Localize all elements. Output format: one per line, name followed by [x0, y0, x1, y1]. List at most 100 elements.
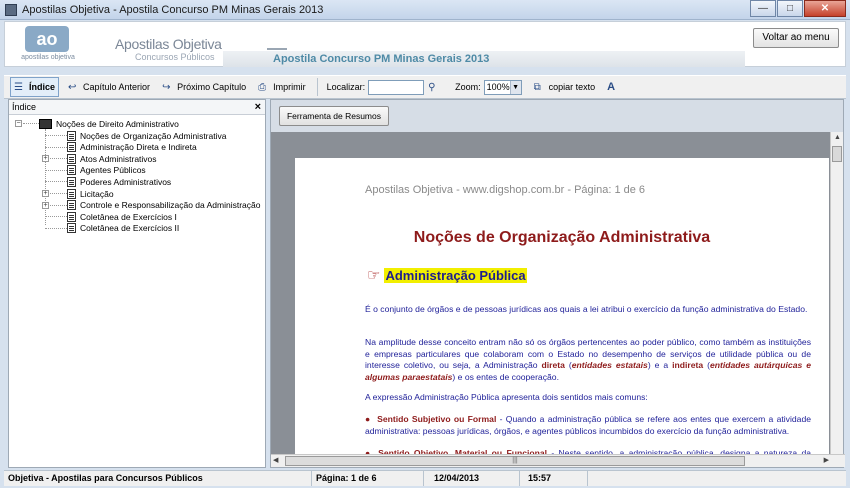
expand-icon[interactable]: + — [42, 201, 49, 209]
vertical-scrollbar[interactable]: ▲ — [830, 132, 843, 457]
tree-line — [45, 169, 67, 171]
collapse-icon[interactable]: − — [15, 120, 22, 127]
document-icon — [67, 142, 76, 153]
window-titlebar: Apostilas Objetiva - Apostila Concurso P… — [0, 0, 850, 20]
copy-text-button[interactable]: ⧉ copiar texto — [531, 77, 599, 97]
document-page: Apostilas Objetiva - www.digshop.com.br … — [295, 158, 829, 457]
tree-item[interactable]: Controle e Responsabilização da Administ… — [67, 200, 261, 211]
status-app-name: Objetiva - Apostilas para Concursos Públ… — [4, 471, 312, 486]
document-icon — [67, 130, 76, 141]
next-chapter-button[interactable]: ↪ Próximo Capítulo — [159, 77, 249, 97]
logo-mark: ao — [25, 26, 69, 52]
brand-subtitle: Concursos Públicos — [135, 52, 215, 62]
scroll-thumb[interactable]: ||| — [285, 456, 745, 466]
prev-chapter-label: Capítulo Anterior — [83, 82, 151, 92]
text-emphasis: entidades estatais — [571, 360, 648, 370]
decorative-line — [267, 40, 287, 50]
find-input[interactable] — [368, 79, 425, 95]
index-button[interactable]: ☰ Índice — [10, 77, 60, 97]
tree-line — [45, 216, 67, 218]
font-button[interactable]: A — [604, 77, 625, 97]
font-icon: A — [607, 80, 616, 93]
tree-line — [45, 135, 67, 136]
copy-icon: ⧉ — [533, 81, 541, 93]
tree-item[interactable]: Atos Administrativos — [67, 153, 157, 164]
maximize-button[interactable]: □ — [777, 0, 803, 17]
section-title: Administração Pública — [384, 267, 527, 283]
scroll-left-icon[interactable]: ◀ — [273, 455, 278, 467]
tree-item[interactable]: Noções de Organização Administrativa — [67, 130, 226, 141]
window-title: Apostilas Objetiva - Apostila Concurso P… — [22, 3, 324, 16]
chevron-down-icon: ▼ — [509, 80, 521, 94]
minimize-button[interactable]: — — [750, 0, 776, 17]
tree-root[interactable]: Noções de Direito Administrativo — [39, 118, 179, 129]
tree-item-label: Licitação — [80, 188, 114, 199]
tree-root-label: Noções de Direito Administrativo — [56, 118, 179, 129]
tree-line — [45, 129, 46, 225]
scroll-up-icon[interactable]: ▲ — [831, 132, 844, 144]
expand-icon[interactable]: + — [42, 190, 49, 197]
text-emphasis: direta — [541, 360, 565, 370]
app-icon — [5, 3, 17, 16]
page-header: Apostilas Objetiva - www.digshop.com.br … — [365, 184, 646, 196]
bullet-subjective: ● Sentido Subjetivo ou Formal - Quando a … — [365, 414, 811, 437]
back-to-menu-button[interactable]: Voltar ao menu — [753, 28, 839, 48]
app-header: ao apostilas objetiva Apostilas Objetiva… — [4, 21, 846, 67]
document-icon — [67, 223, 76, 234]
summary-tool-button[interactable]: Ferramenta de Resumos — [279, 106, 389, 126]
index-panel-header: Índice × — [9, 100, 265, 115]
toolbar: ☰ Índice ↩ Capítulo Anterior ↪ Próximo C… — [4, 75, 846, 99]
index-label: Índice — [29, 82, 56, 92]
tree-item[interactable]: Administração Direta e Indireta — [67, 142, 197, 153]
print-button[interactable]: ⎙ Imprimir — [255, 77, 309, 97]
copy-text-label: copiar texto — [548, 82, 596, 92]
prev-chapter-button[interactable]: ↩ Capítulo Anterior — [65, 77, 153, 97]
document-icon — [67, 200, 76, 211]
text-emphasis: indireta — [672, 360, 704, 370]
document-icon — [67, 165, 76, 176]
tree-item[interactable]: Licitação — [67, 188, 114, 199]
printer-icon: ⎙ — [258, 81, 267, 93]
pointing-hand-icon: ☞ — [367, 267, 381, 284]
text-run: ( — [703, 360, 710, 370]
tree-line — [45, 181, 67, 183]
close-panel-icon[interactable]: × — [255, 100, 261, 114]
tree-item-label: Agentes Públicos — [80, 165, 146, 176]
tree-item-label: Poderes Administrativos — [80, 176, 172, 187]
status-date: 12/04/2013 — [424, 471, 520, 486]
tree-item[interactable]: Coletânea de Exercícios II — [67, 223, 179, 234]
tree-item[interactable]: Agentes Públicos — [67, 165, 146, 176]
horizontal-scrollbar[interactable]: ◀ ||| ▶ — [271, 454, 845, 467]
document-icon — [67, 176, 76, 187]
brand-name: Apostilas Objetiva — [115, 36, 222, 52]
paragraph-definition: É o conjunto de órgãos e de pessoas jurí… — [365, 304, 808, 314]
zoom-value: 100% — [486, 82, 510, 92]
tree-item[interactable]: Poderes Administrativos — [67, 176, 171, 187]
document-icon — [67, 153, 76, 164]
document-viewport[interactable]: Apostilas Objetiva - www.digshop.com.br … — [271, 132, 831, 457]
zoom-select[interactable]: 100% ▼ — [483, 79, 522, 95]
tree-item-label: Coletânea de Exercícios I — [80, 211, 177, 222]
scroll-right-icon[interactable]: ▶ — [824, 455, 829, 467]
scroll-thumb[interactable] — [832, 146, 842, 162]
text-run: ( — [564, 360, 572, 370]
book-icon — [39, 118, 52, 129]
document-icon — [67, 188, 76, 199]
status-bar: Objetiva - Apostilas para Concursos Públ… — [4, 470, 846, 486]
tree-line — [45, 146, 67, 148]
close-button[interactable]: ✕ — [804, 0, 846, 17]
document-icon — [67, 211, 76, 222]
search-icon[interactable]: ⚲ — [428, 82, 440, 93]
tree-item-label: Administração Direta e Indireta — [80, 142, 197, 153]
arrow-right-icon: ↪ — [162, 81, 171, 93]
expand-icon[interactable]: + — [42, 155, 49, 163]
tree-line — [45, 227, 67, 229]
tree-item-label: Atos Administrativos — [80, 153, 157, 164]
content-panel: Ferramenta de Resumos Apostilas Objetiva… — [270, 99, 845, 468]
index-panel-title: Índice — [12, 102, 37, 112]
chapter-title: Noções de Organização Administrativa — [413, 229, 711, 246]
tree-item-label: Coletânea de Exercícios II — [80, 223, 180, 234]
list-icon: ☰ — [14, 81, 23, 93]
tree-item[interactable]: Coletânea de Exercícios I — [67, 211, 177, 222]
print-label: Imprimir — [273, 82, 306, 92]
